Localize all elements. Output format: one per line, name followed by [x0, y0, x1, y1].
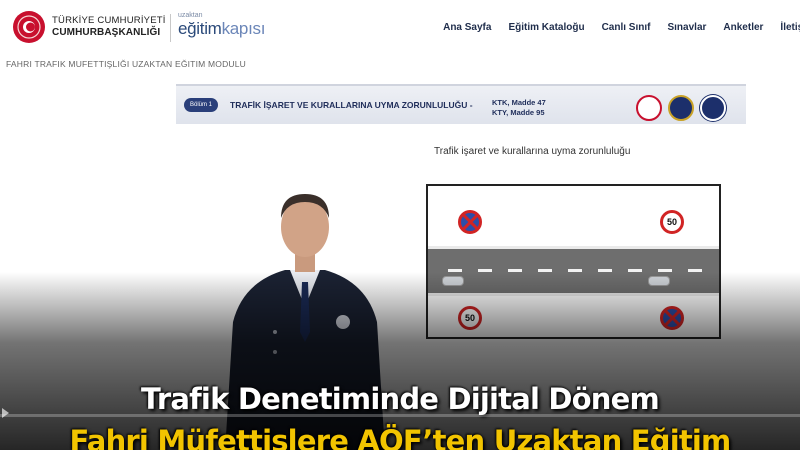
nav-live-class[interactable]: Canlı Sınıf	[602, 22, 651, 33]
chapter-badge: Bölüm 1	[184, 98, 218, 112]
nav-contact[interactable]: İletişi	[780, 22, 800, 33]
brand-line-1: TÜRKİYE CUMHURİYETİ	[52, 15, 166, 26]
video-progress-bar[interactable]	[0, 414, 800, 417]
brand-text[interactable]: TÜRKİYE CUMHURİYETİ CUMHURBAŞKANLIĞI	[52, 15, 166, 39]
university-seal-icon	[636, 95, 662, 121]
video-player[interactable]: Bölüm 1 TRAFİK İŞARET VE KURALLARINA UYM…	[0, 72, 800, 450]
caption-line-1: Trafik Denetiminde Dijital Dönem	[141, 382, 660, 416]
caption-line-2: Fahri Müfettişlere AÖF’ten Uzaktan Eğiti…	[69, 424, 732, 450]
slide-ref-kty: KTY, Madde 95	[492, 108, 545, 117]
brand-line-2: CUMHURBAŞKANLIĞI	[52, 27, 161, 38]
nav-surveys[interactable]: Anketler	[723, 22, 763, 33]
nav-catalog[interactable]: Eğitim Kataloğu	[508, 22, 584, 33]
slide-heading: TRAFİK İŞARET VE KURALLARINA UYMA ZORUNL…	[230, 100, 473, 110]
slide-ref-ktk: KTK, Madde 47	[492, 98, 546, 107]
slide-subtitle: Trafik işaret ve kurallarına uyma zorunl…	[434, 146, 631, 157]
nav-exams[interactable]: Sınavlar	[667, 22, 706, 33]
police-badge-icon	[668, 95, 694, 121]
traffic-police-emblem-icon	[700, 95, 726, 121]
header-divider	[170, 14, 171, 42]
portal-logo-main: eğitim	[178, 19, 222, 38]
site-header: TÜRKİYE CUMHURİYETİ CUMHURBAŞKANLIĞI uza…	[0, 0, 800, 56]
slide-references: KTK, Madde 47 KTY, Madde 95	[492, 98, 546, 118]
nav-home[interactable]: Ana Sayfa	[443, 22, 491, 33]
slide-banner: Bölüm 1 TRAFİK İŞARET VE KURALLARINA UYM…	[176, 84, 746, 124]
speed-limit-sign: 50	[660, 210, 684, 234]
main-nav: Ana Sayfa Eğitim Kataloğu Canlı Sınıf Sı…	[426, 22, 800, 33]
presidency-emblem-icon[interactable]	[12, 10, 46, 44]
portal-logo-light: kapısı	[221, 19, 266, 38]
module-title: FAHRI TRAFIK MUFETTIŞLIĞI UZAKTAN EĞITIM…	[6, 59, 247, 69]
portal-logo[interactable]: uzaktan eğitimkapısı	[178, 12, 265, 39]
no-parking-sign-icon	[458, 210, 482, 234]
